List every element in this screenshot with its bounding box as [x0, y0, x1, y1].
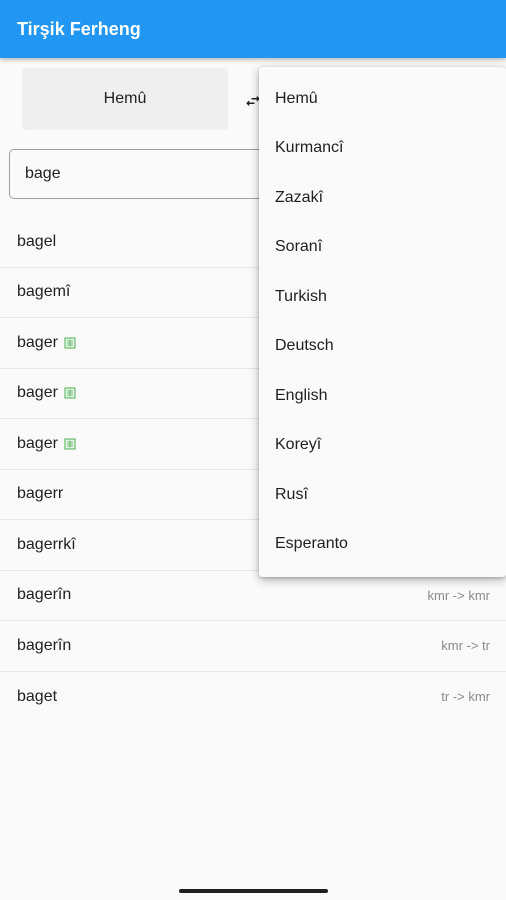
menu-item-language[interactable]: Esperanto	[259, 520, 506, 570]
menu-item-language[interactable]: English	[259, 371, 506, 421]
language-dropdown-menu: Hemû Kurmancî Zazakî Soranî Turkish Deutsch En…	[259, 67, 506, 577]
result-word: bagerrkî	[17, 536, 76, 554]
result-word-text: bager	[17, 384, 58, 402]
source-language-button[interactable]: Hemû	[22, 68, 228, 130]
result-word: bager	[17, 435, 76, 453]
result-word: bagerr	[17, 485, 63, 503]
result-direction: tr -> kmr	[441, 689, 490, 705]
menu-item-language[interactable]: Turkish	[259, 272, 506, 322]
result-direction: kmr -> kmr	[427, 587, 490, 603]
result-word-text: bagerîn	[17, 636, 72, 654]
result-word-text: bager	[17, 434, 58, 452]
result-word-text: bagel	[17, 232, 57, 250]
result-word: bagemî	[17, 283, 70, 301]
app-title: Tirşik Ferheng	[17, 18, 141, 39]
result-word-text: bagerrkî	[17, 535, 76, 553]
result-word-text: bagemî	[17, 283, 71, 301]
result-word-text: bagerr	[17, 485, 64, 503]
menu-item-language[interactable]: Koreyî	[259, 421, 506, 471]
source-language-label: Hemû	[103, 90, 147, 107]
result-word-text: baget	[17, 687, 58, 705]
book-icon	[64, 387, 76, 399]
result-word: bagerîn	[17, 586, 71, 604]
list-item[interactable]: bagerîn kmr -> tr	[0, 621, 506, 672]
menu-item-language[interactable]: Zazakî	[259, 173, 506, 223]
search-input[interactable]	[25, 165, 255, 183]
menu-item-language[interactable]: Soranî	[259, 223, 506, 273]
result-word: bagerîn	[17, 637, 71, 655]
book-icon	[64, 438, 76, 450]
app-bar: Tirşik Ferheng	[0, 0, 506, 58]
result-direction: kmr -> tr	[441, 638, 490, 654]
result-word: bager	[17, 384, 76, 402]
result-word-text: bagerîn	[17, 586, 72, 604]
menu-item-language[interactable]: Hemû	[259, 74, 506, 124]
list-item[interactable]: baget tr -> kmr	[0, 672, 506, 723]
home-indicator	[179, 889, 328, 893]
menu-item-language[interactable]: Kurmancî	[259, 124, 506, 174]
result-word-text: bager	[17, 333, 58, 351]
menu-item-language[interactable]: Rusî	[259, 470, 506, 520]
result-word: bagel	[17, 233, 56, 251]
book-icon	[64, 337, 76, 349]
result-word: baget	[17, 688, 57, 706]
result-word: bager	[17, 334, 76, 352]
list-item[interactable]: bagerîn kmr -> kmr	[0, 571, 506, 621]
menu-item-language[interactable]: Deutsch	[259, 322, 506, 372]
